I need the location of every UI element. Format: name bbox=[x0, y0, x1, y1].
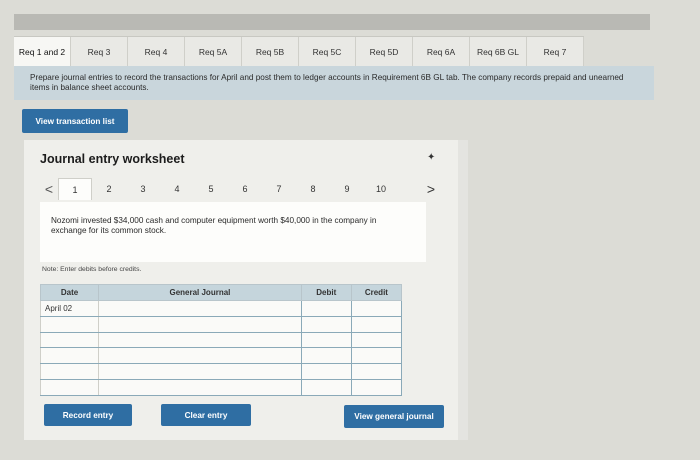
debit-input[interactable] bbox=[300, 331, 352, 349]
page-6[interactable]: 6 bbox=[228, 178, 262, 200]
journal-entry-worksheet: Journal entry worksheet ✦ < 1 2 3 4 5 6 … bbox=[24, 140, 458, 440]
next-page-button[interactable]: > bbox=[422, 181, 440, 197]
view-transaction-list-button[interactable]: View transaction list bbox=[22, 109, 128, 133]
tab-req-7[interactable]: Req 7 bbox=[527, 37, 584, 66]
tab-req-1-and-2[interactable]: Req 1 and 2 bbox=[14, 37, 71, 66]
page-5[interactable]: 5 bbox=[194, 178, 228, 200]
requirement-tabs: Req 1 and 2 Req 3 Req 4 Req 5A Req 5B Re… bbox=[14, 36, 584, 66]
debit-input[interactable] bbox=[300, 347, 352, 365]
debit-input[interactable] bbox=[300, 315, 352, 333]
account-input[interactable] bbox=[98, 363, 302, 381]
tab-req-3[interactable]: Req 3 bbox=[71, 37, 128, 66]
credit-input[interactable] bbox=[350, 379, 403, 396]
page-list: 1 2 3 4 5 6 7 8 9 10 bbox=[58, 178, 398, 200]
credit-input[interactable] bbox=[350, 315, 403, 333]
tab-req-5a[interactable]: Req 5A bbox=[185, 37, 242, 66]
date-cell bbox=[39, 347, 100, 365]
page-3[interactable]: 3 bbox=[126, 178, 160, 200]
page-4[interactable]: 4 bbox=[160, 178, 194, 200]
credit-input[interactable] bbox=[350, 363, 403, 381]
transaction-description: Nozomi invested $34,000 cash and compute… bbox=[40, 202, 426, 262]
debit-input[interactable] bbox=[300, 363, 352, 381]
tab-label: Req 4 bbox=[144, 46, 168, 57]
table-row bbox=[39, 331, 403, 349]
date-cell bbox=[39, 379, 100, 396]
record-entry-button[interactable]: Record entry bbox=[44, 404, 132, 426]
debit-header: Debit bbox=[300, 284, 352, 301]
view-general-journal-button[interactable]: View general journal bbox=[344, 405, 444, 428]
tab-label: Req 5C bbox=[312, 46, 342, 57]
tab-req-6b-gl[interactable]: Req 6B GL bbox=[470, 37, 527, 66]
cursor-icon: ✦ bbox=[427, 152, 436, 163]
tab-req-5d[interactable]: Req 5D bbox=[356, 37, 413, 66]
table-row: April 02 bbox=[39, 300, 403, 317]
tab-req-4[interactable]: Req 4 bbox=[128, 37, 185, 66]
tab-req-5c[interactable]: Req 5C bbox=[299, 37, 356, 66]
worksheet-edge bbox=[458, 140, 468, 440]
tab-label: Req 1 and 2 bbox=[18, 46, 66, 57]
table-row bbox=[39, 379, 403, 396]
debit-input[interactable] bbox=[300, 300, 352, 317]
page-8[interactable]: 8 bbox=[296, 178, 330, 200]
page-10[interactable]: 10 bbox=[364, 178, 398, 200]
account-input[interactable] bbox=[98, 300, 302, 317]
page-2[interactable]: 2 bbox=[92, 178, 126, 200]
date-cell bbox=[39, 363, 100, 381]
date-cell bbox=[39, 315, 100, 333]
date-cell: April 02 bbox=[39, 300, 100, 317]
account-input[interactable] bbox=[98, 379, 302, 396]
account-input[interactable] bbox=[98, 315, 302, 333]
credit-input[interactable] bbox=[350, 347, 403, 365]
credit-header: Credit bbox=[350, 284, 403, 301]
instructions-text: Prepare journal entries to record the tr… bbox=[14, 66, 654, 100]
table-row bbox=[39, 347, 403, 365]
tab-label: Req 5B bbox=[255, 46, 285, 57]
tab-label: Req 5A bbox=[198, 46, 228, 57]
page-9[interactable]: 9 bbox=[330, 178, 364, 200]
table-row bbox=[39, 363, 403, 381]
date-header: Date bbox=[39, 284, 100, 301]
account-input[interactable] bbox=[98, 331, 302, 349]
page-7[interactable]: 7 bbox=[262, 178, 296, 200]
worksheet-pager: < 1 2 3 4 5 6 7 8 9 10 > bbox=[40, 178, 450, 200]
entry-note: Note: Enter debits before credits. bbox=[42, 266, 142, 273]
tab-req-5b[interactable]: Req 5B bbox=[242, 37, 299, 66]
worksheet-title: Journal entry worksheet bbox=[40, 152, 185, 166]
tab-label: Req 5D bbox=[369, 46, 399, 57]
tab-label: Req 6B GL bbox=[476, 46, 520, 57]
debit-input[interactable] bbox=[300, 379, 352, 396]
tab-req-6a[interactable]: Req 6A bbox=[413, 37, 470, 66]
credit-input[interactable] bbox=[350, 331, 403, 349]
journal-table: Date General Journal Debit Credit April … bbox=[39, 284, 403, 396]
tab-label: Req 3 bbox=[87, 46, 111, 57]
prev-page-button[interactable]: < bbox=[40, 181, 58, 197]
date-cell bbox=[39, 331, 100, 349]
page-1[interactable]: 1 bbox=[58, 178, 92, 200]
account-input[interactable] bbox=[98, 347, 302, 365]
table-row bbox=[39, 315, 403, 333]
tab-label: Req 6A bbox=[426, 46, 456, 57]
clear-entry-button[interactable]: Clear entry bbox=[161, 404, 251, 426]
credit-input[interactable] bbox=[350, 300, 403, 317]
tab-label: Req 7 bbox=[543, 46, 567, 57]
top-bar bbox=[14, 14, 650, 30]
general-journal-header: General Journal bbox=[98, 284, 302, 301]
